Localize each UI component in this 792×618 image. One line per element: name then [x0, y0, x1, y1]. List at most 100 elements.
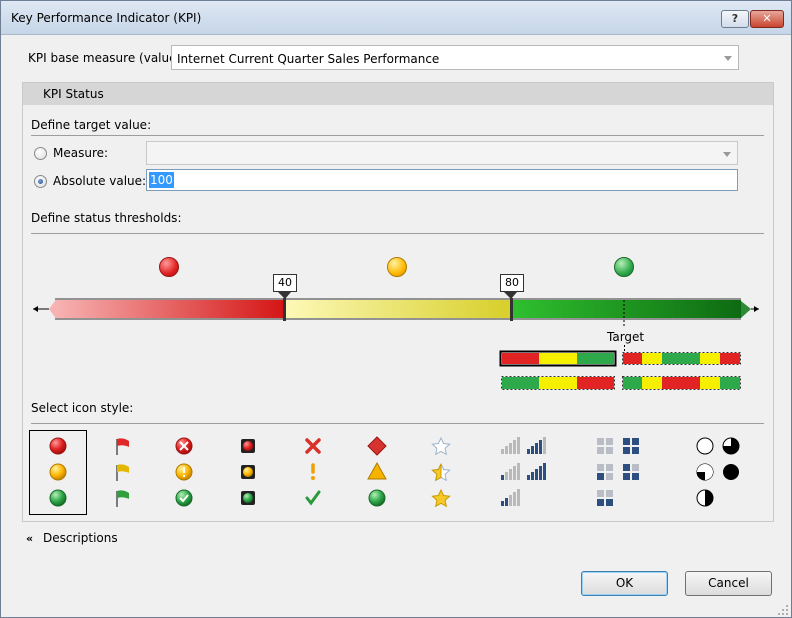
chevron-down-icon[interactable]	[724, 56, 732, 61]
yellow-flag-icon	[116, 464, 129, 481]
threshold-high-marker[interactable]	[510, 298, 513, 321]
pie-quarter-icon	[722, 437, 740, 455]
icon-style-option-pies[interactable]	[696, 437, 740, 507]
preview-green-yellow-red-yellow-green[interactable]	[622, 376, 741, 390]
window-title: Key Performance Indicator (KPI)	[11, 11, 202, 25]
yellow-range	[284, 300, 511, 318]
signal-bars-icon	[501, 437, 520, 454]
preview-green-segment	[662, 353, 700, 364]
ok-button[interactable]: OK	[581, 571, 668, 596]
quad-squares-icon	[623, 438, 639, 454]
green-check-icon	[305, 490, 321, 506]
green-traffic-light-icon	[241, 491, 255, 505]
preview-green-yellow-red[interactable]	[501, 376, 615, 390]
pie-half-icon	[696, 489, 714, 507]
measure-radio[interactable]	[34, 147, 47, 160]
collapse-chevron-icon[interactable]: «	[26, 532, 33, 545]
divider	[31, 135, 764, 136]
icon-style-option-circles[interactable]	[29, 430, 87, 515]
preview-green-segment	[502, 377, 539, 389]
target-measure-combo[interactable]	[146, 141, 738, 165]
preview-red-yellow-green-yellow-red[interactable]	[622, 352, 741, 365]
icon-style-option-traffic-lights[interactable]	[241, 439, 255, 505]
preview-green-segment	[623, 377, 642, 389]
yellow-circle-icon	[49, 463, 67, 481]
preview-red-segment	[662, 377, 700, 389]
kpi-dialog: Key Performance Indicator (KPI) ? ✕ KPI …	[0, 0, 792, 618]
preview-yellow-segment	[642, 353, 662, 364]
base-measure-combo[interactable]: Internet Current Quarter Sales Performan…	[171, 45, 739, 70]
red-traffic-light-icon	[241, 439, 255, 453]
threshold-bar	[33, 292, 759, 328]
help-button[interactable]: ?	[721, 10, 749, 28]
icon-style-option-symbols-circled[interactable]	[175, 437, 193, 507]
preview-red-segment	[623, 353, 642, 364]
red-flag-icon	[116, 438, 129, 455]
icon-style-option-stars[interactable]	[431, 436, 451, 508]
status-bar-previews	[499, 350, 741, 390]
target-label: Target	[607, 330, 645, 344]
preview-green-segment	[720, 377, 740, 389]
quad-squares-icon	[623, 464, 639, 480]
red-x-icon	[305, 438, 321, 454]
half-star-icon	[431, 462, 451, 482]
icon-style-option-signal-bars[interactable]	[501, 437, 546, 506]
absolute-value-radio[interactable]	[34, 175, 47, 188]
absolute-value-label: Absolute value:	[53, 174, 147, 188]
preview-yellow-segment	[642, 377, 662, 389]
arrow-right-icon	[754, 306, 759, 312]
preview-red-yellow-green[interactable]	[499, 350, 617, 367]
preview-yellow-segment	[700, 377, 720, 389]
icon-style-section-label: Select icon style:	[31, 401, 134, 415]
pie-full-icon	[723, 464, 739, 480]
absolute-value-input[interactable]: 100	[146, 169, 738, 191]
kpi-status-header: KPI Status	[23, 83, 773, 105]
yellow-status-icon	[387, 257, 407, 277]
warning-exclamation-circle-icon	[175, 463, 193, 481]
quad-squares-icon	[597, 490, 613, 506]
cancel-button[interactable]: Cancel	[685, 571, 772, 596]
ok-check-circle-icon	[175, 489, 193, 507]
full-star-icon	[431, 488, 451, 508]
red-status-icon	[159, 257, 179, 277]
divider	[31, 233, 764, 234]
base-measure-value: Internet Current Quarter Sales Performan…	[177, 52, 440, 66]
green-circle-icon	[368, 489, 386, 507]
icon-style-grid	[29, 430, 740, 515]
green-flag-icon	[116, 490, 129, 507]
yellow-exclamation-icon	[311, 463, 315, 480]
quad-squares-icon	[597, 464, 613, 480]
icon-style-option-quad-squares[interactable]	[597, 438, 639, 506]
kpi-status-panel: KPI Status Define target value: Measure:…	[22, 82, 774, 522]
resize-grip-icon[interactable]	[777, 604, 789, 616]
pie-three-quarter-icon	[696, 463, 714, 481]
threshold-low-marker[interactable]	[283, 298, 286, 321]
chevron-down-icon[interactable]	[723, 152, 731, 157]
divider	[31, 423, 764, 424]
icon-style-option-shapes[interactable]	[367, 436, 387, 507]
title-bar: Key Performance Indicator (KPI) ? ✕	[1, 1, 791, 35]
preview-yellow-segment	[700, 353, 720, 364]
signal-bars-icon	[527, 437, 546, 454]
threshold-high-handle[interactable]	[504, 292, 517, 299]
icon-style-option-symbols[interactable]	[305, 438, 321, 506]
empty-star-icon	[431, 436, 451, 456]
thresholds-section-label: Define status thresholds:	[31, 211, 182, 225]
preview-green-segment	[577, 353, 614, 364]
signal-bars-icon	[501, 489, 520, 506]
preview-red-segment	[720, 353, 740, 364]
close-button[interactable]: ✕	[750, 10, 784, 28]
yellow-traffic-light-icon	[241, 465, 255, 479]
threshold-low-handle[interactable]	[278, 292, 291, 299]
signal-bars-icon	[527, 463, 546, 480]
yellow-triangle-icon	[367, 461, 387, 480]
signal-bars-icon	[501, 463, 520, 480]
green-range-tip	[741, 301, 751, 318]
measure-label: Measure:	[53, 146, 109, 160]
descriptions-toggle[interactable]: Descriptions	[43, 531, 118, 545]
quad-squares-icon	[597, 438, 613, 454]
base-measure-label: KPI base measure (value):	[28, 51, 186, 65]
red-circle-icon	[49, 437, 67, 455]
error-x-circle-icon	[175, 437, 193, 455]
icon-style-option-flags[interactable]	[116, 438, 129, 507]
